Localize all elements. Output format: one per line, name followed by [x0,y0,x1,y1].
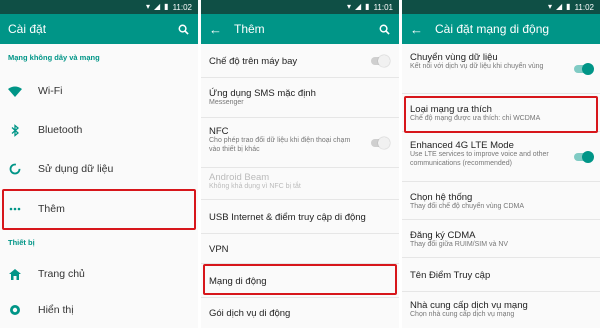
nfc-toggle[interactable] [371,137,390,149]
usb-hotspot-row[interactable]: USB Internet & điểm truy cập di động [201,200,399,234]
back-arrow-icon[interactable]: ← [410,22,423,37]
more-icon [8,202,22,216]
settings-item-label: Wi-Fi [38,85,63,97]
row-title: Chế độ trên máy bay [209,55,298,67]
row-title: Loại mạng ưa thích [410,104,492,115]
wifi-signal-icon: ▾ [547,2,552,11]
row-title: Enhanced 4G LTE Mode [410,140,514,151]
wifi-signal-icon: ▾ [346,2,351,11]
row-title: Tên Điểm Truy cập [410,269,491,281]
row-subtitle: Thay đổi chế độ chuyển vùng CDMA [410,203,525,210]
row-subtitle: Không khả dụng vì NFC bị tắt [209,183,301,190]
battery-icon: ▮ [365,2,370,11]
data-roaming-row[interactable]: Chuyển vùng dữ liệu Kết nối với dịch vụ … [402,44,600,94]
settings-item-bluetooth[interactable]: Bluetooth [0,110,198,150]
mobile-plan-row[interactable]: Gói dịch vụ di động [201,298,399,328]
data-usage-icon [8,162,22,176]
section-header-device: Thiết bị [8,238,35,247]
row-subtitle: Kết nối với dịch vụ dữ liệu khi chuyển v… [410,63,544,70]
enhanced-lte-row[interactable]: Enhanced 4G LTE Mode Use LTE services to… [402,132,600,182]
preferred-network-row[interactable]: Loại mạng ưa thích Chế độ mạng được ưa t… [402,94,600,132]
page-title: Thêm [234,22,265,36]
battery-icon: ▮ [164,2,169,11]
status-time: 11:01 [373,2,393,12]
settings-item-wifi[interactable]: Wi-Fi [0,72,198,110]
row-subtitle: Cho phép trao đổi dữ liệu khi điện thoại… [209,137,351,153]
wifi-icon [8,84,22,98]
row-title: Gói dịch vụ di động [209,307,291,319]
mobile-network-row[interactable]: Mạng di động [201,264,399,298]
android-beam-row: Android Beam Không khả dụng vì NFC bị tắ… [201,168,399,200]
row-subtitle: Chế độ mạng được ưa thích: chỉ WCDMA [410,115,541,122]
row-title: Nhà cung cấp dịch vụ mạng [410,300,528,311]
section-header-wireless: Mạng không dây và mạng [8,53,100,62]
status-bar: ▾ ◢ ▮ 11:02 [402,0,600,14]
system-select-row[interactable]: Chọn hệ thống Thay đổi chế độ chuyển vùn… [402,182,600,220]
settings-item-label: Trang chủ [38,268,85,280]
row-title: Ứng dụng SMS mặc định [209,88,316,99]
app-bar: ← Cài đặt mạng di động [402,14,600,44]
airplane-mode-row[interactable]: Chế độ trên máy bay [201,44,399,78]
enhanced-lte-toggle[interactable] [574,151,594,163]
row-subtitle: Use LTE services to improve voice and ot… [410,151,549,167]
vpn-row[interactable]: VPN [201,234,399,264]
bluetooth-icon [8,123,22,137]
screenshot-collage: ▾ ◢ ▮ 11:02 Cài đặt Mạng không dây và mạ… [0,0,600,328]
back-arrow-icon[interactable]: ← [209,22,222,37]
row-title: Chuyển vùng dữ liệu [410,52,498,63]
settings-item-label: Thêm [38,203,65,215]
cdma-subscription-row[interactable]: Đăng ký CDMA Thay đổi giữa RUIM/SIM và N… [402,220,600,258]
row-subtitle: Messenger [209,99,244,106]
wifi-signal-icon: ▾ [145,2,150,11]
settings-item-home[interactable]: Trang chủ [0,256,198,292]
settings-item-label: Hiển thị [38,304,74,316]
page-title: Cài đặt mạng di động [435,22,550,36]
cell-signal-icon: ◢ [154,2,161,11]
default-sms-row[interactable]: Ứng dụng SMS mặc định Messenger [201,78,399,118]
status-time: 11:02 [172,2,192,12]
data-roaming-toggle[interactable] [574,63,594,75]
page-title: Cài đặt [8,22,47,36]
cell-signal-icon: ◢ [355,2,362,11]
status-bar: ▾ ◢ ▮ 11:01 [201,0,399,14]
airplane-mode-toggle[interactable] [371,55,390,67]
network-operators-row[interactable]: Nhà cung cấp dịch vụ mạng Chọn nhà cung … [402,292,600,328]
settings-item-display[interactable]: Hiển thị [0,292,198,328]
settings-item-label: Sử dụng dữ liệu [38,163,114,175]
battery-icon: ▮ [566,2,571,11]
settings-item-label: Bluetooth [38,124,83,136]
settings-panel: ▾ ◢ ▮ 11:02 Cài đặt Mạng không dây và mạ… [0,0,198,328]
row-title: Android Beam [209,172,270,183]
status-time: 11:02 [574,2,594,12]
app-bar: ← Thêm [201,14,399,44]
more-panel: ▾ ◢ ▮ 11:01 ← Thêm Chế độ trên máy bay Ứ… [201,0,399,328]
settings-item-data-usage[interactable]: Sử dụng dữ liệu [0,150,198,188]
cell-signal-icon: ◢ [556,2,563,11]
settings-item-more[interactable]: Thêm [0,188,198,230]
search-icon[interactable] [176,22,190,36]
row-subtitle: Thay đổi giữa RUIM/SIM và NV [410,241,509,248]
row-title: NFC [209,126,229,137]
row-subtitle: Chọn nhà cung cấp dịch vụ mạng [410,311,515,318]
row-title: VPN [209,243,229,255]
display-icon [8,303,22,317]
access-point-names-row[interactable]: Tên Điểm Truy cập [402,258,600,292]
row-title: USB Internet & điểm truy cập di động [209,211,366,223]
home-icon [8,267,22,281]
row-title: Chọn hệ thống [410,192,473,203]
search-icon[interactable] [377,22,391,36]
mobile-network-settings-panel: ▾ ◢ ▮ 11:02 ← Cài đặt mạng di động Chuyể… [402,0,600,328]
row-title: Mạng di động [209,275,267,287]
app-bar: Cài đặt [0,14,198,44]
status-bar: ▾ ◢ ▮ 11:02 [0,0,198,14]
row-title: Đăng ký CDMA [410,230,476,241]
nfc-row[interactable]: NFC Cho phép trao đổi dữ liệu khi điện t… [201,118,399,168]
